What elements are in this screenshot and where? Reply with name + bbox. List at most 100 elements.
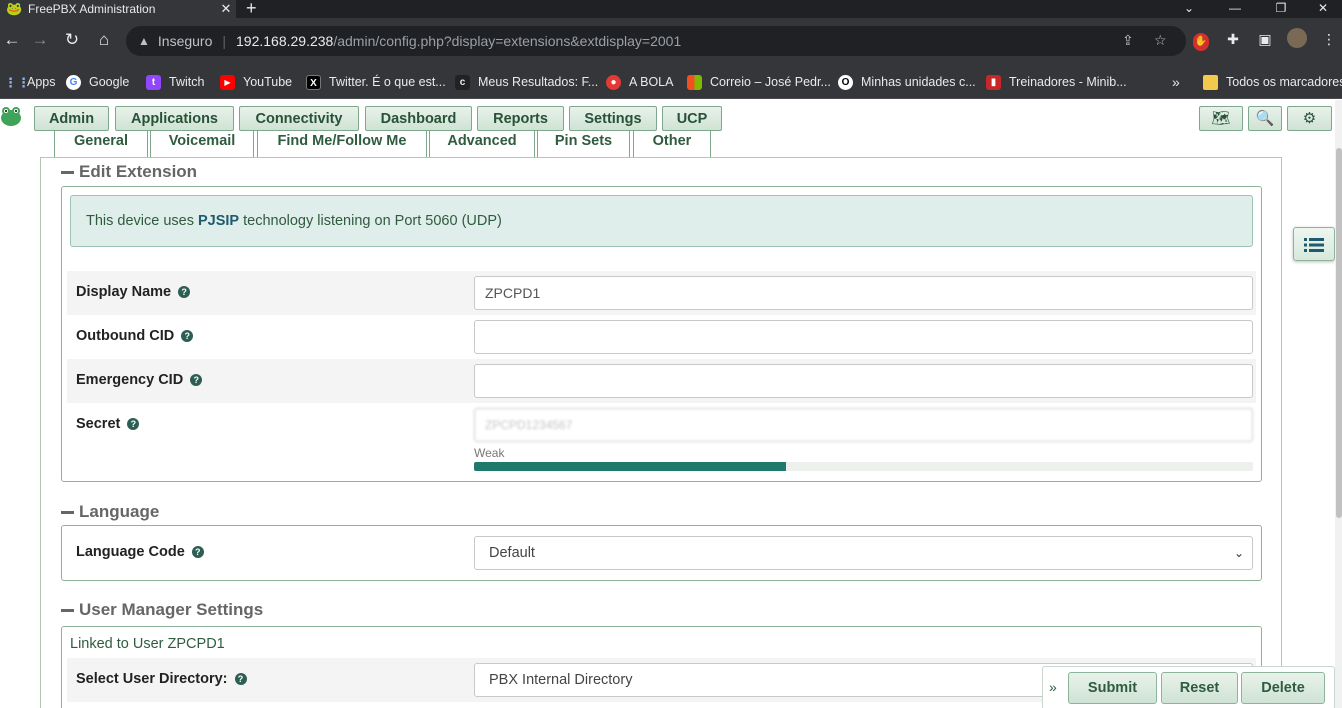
secret-input[interactable]: ZPCPD1234567 xyxy=(474,408,1253,442)
gear-icon[interactable]: ⚙ xyxy=(1287,106,1332,131)
emergency-cid-input[interactable] xyxy=(474,364,1253,398)
bookmark-youtube[interactable]: ▶ YouTube xyxy=(220,73,292,91)
bookmark-label: Meus Resultados: F... xyxy=(478,75,599,89)
help-icon[interactable]: ? xyxy=(127,418,140,430)
browser-menu-icon[interactable]: ⋮ xyxy=(1318,28,1340,50)
nav-ucp[interactable]: UCP xyxy=(662,106,722,131)
bookmarks-bar: ⋮⋮ Apps G Google t Twitch ▶ YouTube X Tw… xyxy=(0,64,1342,99)
linked-user-text: Linked to User ZPCPD1 xyxy=(70,636,225,652)
display-name-label: Display Name ? xyxy=(76,284,191,300)
outbound-cid-input[interactable] xyxy=(474,320,1253,354)
minimize-button[interactable]: — xyxy=(1212,0,1258,18)
tab-pin-sets[interactable]: Pin Sets xyxy=(537,131,630,158)
folder-icon xyxy=(1203,74,1218,90)
bookmark-treinadores[interactable]: ▮ Treinadores - Minib... xyxy=(986,73,1127,91)
section-user-manager[interactable]: User Manager Settings xyxy=(61,600,263,620)
bookmark-label: Treinadores - Minib... xyxy=(1009,75,1127,89)
bookmark-twitter[interactable]: X Twitter. É o que est... xyxy=(306,73,446,91)
close-window-button[interactable]: ✕ xyxy=(1300,0,1342,18)
bookmark-label: Twitter. É o que est... xyxy=(329,75,446,89)
bookmark-google[interactable]: G Google xyxy=(66,73,129,91)
section-language[interactable]: Language xyxy=(61,502,159,522)
tab-general[interactable]: General xyxy=(54,131,148,158)
help-icon[interactable]: ? xyxy=(190,374,203,386)
bookmark-label: YouTube xyxy=(243,75,293,89)
bookmark-meus-resultados[interactable]: c Meus Resultados: F... xyxy=(455,73,598,91)
extensions-puzzle-icon[interactable]: ✚ xyxy=(1222,28,1244,50)
x-icon: X xyxy=(306,74,321,90)
floating-list-button[interactable] xyxy=(1293,227,1335,261)
home-icon[interactable]: ⌂ xyxy=(92,28,116,52)
apps-grid-icon: ⋮⋮ xyxy=(4,74,30,90)
address-bar[interactable]: ▲ Inseguro | 192.168.29.238 /admin/confi… xyxy=(126,26,1186,56)
label-text: Secret xyxy=(76,416,121,432)
restore-button[interactable]: ❐ xyxy=(1258,0,1304,18)
bookmark-label: Twitch xyxy=(169,75,205,89)
forward-arrow-icon[interactable]: → xyxy=(28,28,52,52)
bookmark-correio[interactable]: Correio – José Pedr... xyxy=(687,73,831,91)
action-bar: » Submit Reset Delete xyxy=(1042,666,1335,708)
search-icon[interactable]: 🔍 xyxy=(1248,106,1282,131)
google-icon: G xyxy=(66,74,81,90)
section-edit-extension[interactable]: Edit Extension xyxy=(61,162,197,182)
reset-button[interactable]: Reset xyxy=(1161,672,1238,704)
help-icon[interactable]: ? xyxy=(181,330,194,342)
bookmarks-overflow-icon[interactable]: » xyxy=(1172,73,1180,91)
freepbx-logo-icon[interactable] xyxy=(0,104,22,128)
tab-search-icon[interactable]: ⌄ xyxy=(1166,0,1212,18)
security-label[interactable]: Inseguro xyxy=(158,33,212,49)
nav-connectivity[interactable]: Connectivity xyxy=(239,106,359,131)
collapse-icon xyxy=(61,170,74,174)
browser-tab[interactable]: 🐸 FreePBX Administration ✕ xyxy=(0,0,236,18)
microsoft-icon xyxy=(687,74,702,90)
tab-advanced[interactable]: Advanced xyxy=(429,131,535,158)
help-icon[interactable]: ? xyxy=(178,286,191,298)
side-panel-icon[interactable]: ▣ xyxy=(1254,28,1276,50)
nav-reports[interactable]: Reports xyxy=(477,106,564,131)
nav-admin[interactable]: Admin xyxy=(34,106,109,131)
bookmark-star-icon[interactable]: ☆ xyxy=(1154,32,1167,49)
tab-close-icon[interactable]: ✕ xyxy=(216,1,236,17)
nav-settings[interactable]: Settings xyxy=(569,106,657,131)
section-title: Language xyxy=(79,502,160,521)
display-name-input[interactable]: ZPCPD1 xyxy=(474,276,1253,310)
url-path: /admin/config.php?display=extensions&ext… xyxy=(333,33,682,49)
bookmark-label: Google xyxy=(89,75,130,89)
share-icon[interactable]: ⇪ xyxy=(1122,32,1134,49)
user-directory-label: Select User Directory: ? xyxy=(76,671,247,687)
warning-triangle-icon[interactable]: ▲ xyxy=(138,34,150,48)
language-code-select[interactable]: Default ⌄ xyxy=(474,536,1253,570)
bookmark-apps[interactable]: ⋮⋮ Apps xyxy=(4,73,56,91)
help-icon[interactable]: ? xyxy=(234,673,247,685)
info-suffix: technology listening on Port 5060 (UDP) xyxy=(243,213,502,229)
freepbx-page: Admin Applications Connectivity Dashboar… xyxy=(0,100,1342,708)
label-text: Select User Directory: xyxy=(76,671,228,687)
label-text: Language Code xyxy=(76,544,185,560)
bookmark-minhas-unidades[interactable]: O Minhas unidades c... xyxy=(838,73,976,91)
scrollbar-thumb[interactable] xyxy=(1336,148,1342,518)
language-icon[interactable]: 🗺 xyxy=(1199,106,1243,131)
back-arrow-icon[interactable]: ← xyxy=(0,28,24,52)
omnibox-divider: | xyxy=(222,33,227,49)
profile-avatar[interactable] xyxy=(1286,28,1308,50)
delete-button[interactable]: Delete xyxy=(1241,672,1325,704)
browser-title-bar: 🐸 FreePBX Administration ✕ + ⌄ — ❐ ✕ xyxy=(0,0,1342,18)
tab-voicemail[interactable]: Voicemail xyxy=(150,131,254,158)
bookmark-twitch[interactable]: t Twitch xyxy=(146,73,204,91)
submit-button[interactable]: Submit xyxy=(1068,672,1157,704)
tab-find-me-follow-me[interactable]: Find Me/Follow Me xyxy=(257,131,427,158)
nav-dashboard[interactable]: Dashboard xyxy=(365,106,472,131)
nav-applications[interactable]: Applications xyxy=(115,106,234,131)
bookmark-label: Todos os marcadores xyxy=(1226,75,1342,89)
new-tab-button[interactable]: + xyxy=(246,0,257,19)
tab-other[interactable]: Other xyxy=(633,131,711,158)
help-icon[interactable]: ? xyxy=(191,546,204,558)
bookmark-label: Apps xyxy=(27,75,56,89)
action-bar-toggle-icon[interactable]: » xyxy=(1049,679,1057,695)
bookmark-abola[interactable]: ● A BOLA xyxy=(606,73,673,91)
tab-title: FreePBX Administration xyxy=(28,2,156,16)
ublock-extension-icon[interactable]: ✋ xyxy=(1190,28,1212,51)
bookmark-icon: ▮ xyxy=(986,74,1001,90)
all-bookmarks-folder[interactable]: Todos os marcadores xyxy=(1203,73,1342,91)
reload-icon[interactable]: ↻ xyxy=(60,28,84,52)
